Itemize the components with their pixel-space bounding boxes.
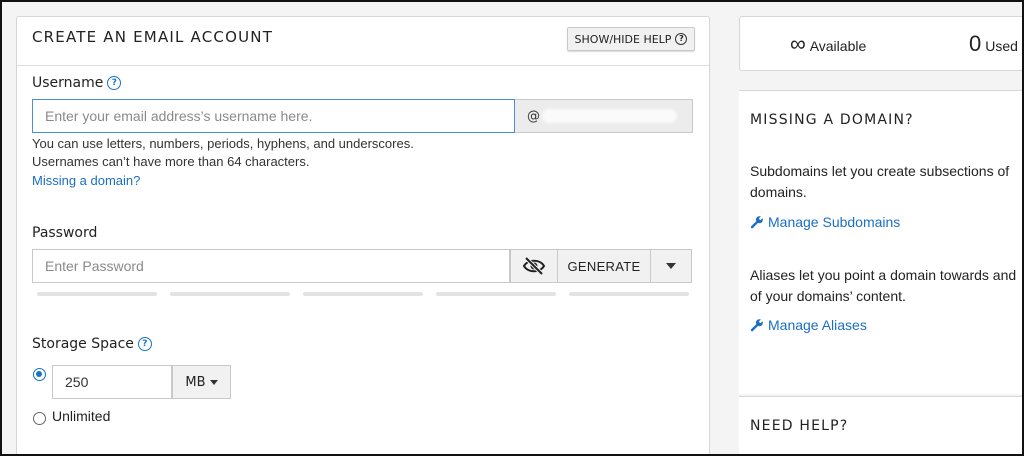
manage-aliases-label: Manage Aliases bbox=[768, 317, 867, 333]
need-help-title: NEED HELP? bbox=[750, 418, 849, 434]
manage-subdomains-link[interactable]: Manage Subdomains bbox=[750, 214, 900, 230]
password-input[interactable] bbox=[32, 249, 510, 283]
screen: CREATE AN EMAIL ACCOUNT SHOW/HIDE HELP ?… bbox=[2, 2, 1022, 454]
password-strength-segment bbox=[170, 292, 290, 296]
storage-unit-label: MB bbox=[185, 374, 206, 390]
aliases-text-line-2: of your domains’ content. bbox=[750, 288, 906, 304]
storage-label-row: Storage Space? bbox=[32, 336, 152, 352]
subdomains-text: Subdomains let you create subsections of… bbox=[750, 161, 1022, 203]
wrench-icon bbox=[750, 216, 763, 229]
missing-domain-title: MISSING A DOMAIN? bbox=[750, 112, 914, 128]
password-strength-segment bbox=[37, 292, 157, 296]
aliases-text: Aliases let you point a domain towards a… bbox=[750, 265, 1022, 307]
wrench-icon bbox=[750, 319, 763, 332]
show-hide-help-label: SHOW/HIDE HELP bbox=[574, 32, 672, 46]
aliases-text-line-1: Aliases let you point a domain towards a… bbox=[750, 267, 1017, 283]
panel-header: CREATE AN EMAIL ACCOUNT SHOW/HIDE HELP ? bbox=[17, 17, 709, 66]
page-title: CREATE AN EMAIL ACCOUNT bbox=[32, 28, 274, 46]
used-count: 0 Used bbox=[969, 31, 1018, 57]
caret-down-icon bbox=[209, 379, 218, 385]
domain-at-sign: @ bbox=[527, 108, 540, 124]
username-help-icon[interactable]: ? bbox=[107, 76, 122, 90]
subdomains-text-line-1: Subdomains let you create subsections of bbox=[750, 163, 1010, 179]
storage-quota-input[interactable] bbox=[52, 365, 172, 399]
generate-password-button[interactable]: GENERATE bbox=[557, 249, 651, 283]
available-count: ∞ Available bbox=[790, 31, 866, 57]
used-label: Used bbox=[985, 38, 1018, 54]
domain-addon[interactable]: @ bbox=[515, 99, 693, 133]
redacted-domain bbox=[542, 109, 677, 123]
used-value: 0 bbox=[969, 31, 982, 56]
storage-help-icon[interactable]: ? bbox=[137, 337, 152, 351]
available-value: ∞ bbox=[790, 31, 806, 56]
missing-domain-link[interactable]: Missing a domain? bbox=[32, 173, 140, 188]
storage-unlimited-radio[interactable] bbox=[33, 412, 46, 425]
username-label: Username bbox=[32, 75, 104, 91]
subdomains-text-line-2: domains. bbox=[750, 184, 807, 200]
generate-options-dropdown[interactable] bbox=[650, 249, 692, 283]
usage-card: ∞ Available 0 Used bbox=[739, 16, 1022, 71]
toggle-password-visibility-button[interactable] bbox=[510, 249, 558, 283]
password-strength-segment bbox=[436, 292, 556, 296]
password-label: Password bbox=[32, 225, 98, 241]
storage-unlimited-label: Unlimited bbox=[52, 408, 111, 424]
username-label-row: Username? bbox=[32, 75, 122, 91]
storage-label: Storage Space bbox=[32, 336, 134, 352]
available-label: Available bbox=[809, 38, 867, 54]
username-input[interactable] bbox=[32, 99, 515, 133]
manage-aliases-link[interactable]: Manage Aliases bbox=[750, 317, 867, 333]
manage-subdomains-label: Manage Subdomains bbox=[768, 214, 901, 230]
password-strength-segment bbox=[569, 292, 689, 296]
question-circle-icon: ? bbox=[675, 33, 688, 45]
need-help-card: NEED HELP? bbox=[739, 396, 1022, 454]
create-email-panel: CREATE AN EMAIL ACCOUNT SHOW/HIDE HELP ?… bbox=[16, 16, 710, 454]
storage-limited-radio[interactable] bbox=[33, 368, 46, 381]
caret-down-icon bbox=[666, 263, 676, 269]
username-help-line-2: Usernames can’t have more than 64 charac… bbox=[32, 154, 310, 169]
show-hide-help-button[interactable]: SHOW/HIDE HELP ? bbox=[567, 27, 695, 51]
storage-unit-dropdown[interactable]: MB bbox=[172, 365, 231, 399]
missing-domain-card: MISSING A DOMAIN? Subdomains let you cre… bbox=[739, 90, 1022, 394]
username-help-line-1: You can use letters, numbers, periods, h… bbox=[32, 136, 414, 151]
eye-slash-icon bbox=[522, 257, 546, 275]
password-strength-segment bbox=[303, 292, 423, 296]
